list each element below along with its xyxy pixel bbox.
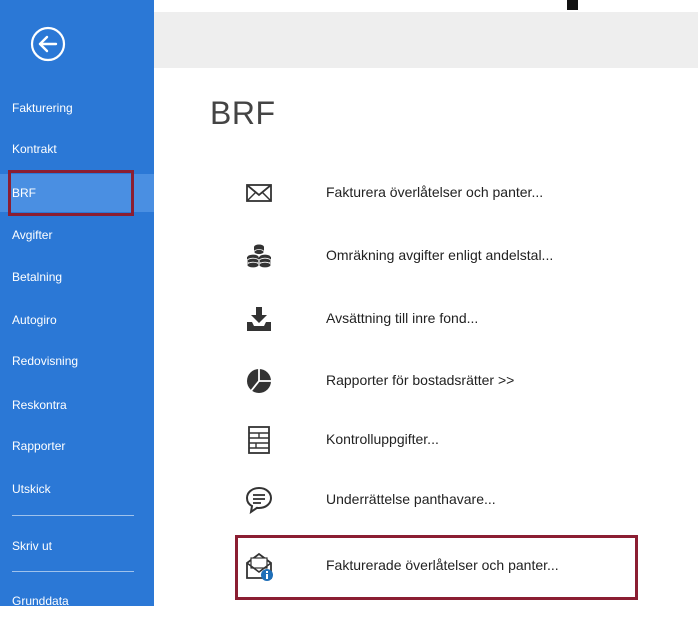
- action-label: Kontrolluppgifter...: [326, 431, 439, 447]
- action-fakturera-overlatelser[interactable]: Fakturera överlåtelser och panter...: [230, 166, 650, 222]
- action-label: Underrättelse panthavare...: [326, 491, 496, 507]
- top-bar: [154, 12, 698, 68]
- action-avsattning-inre-fond[interactable]: Avsättning till inre fond...: [230, 292, 650, 348]
- sidebar-item-kontrakt[interactable]: Kontrakt: [0, 130, 154, 168]
- sidebar-item-avgifter[interactable]: Avgifter: [0, 216, 154, 254]
- sidebar: Fakturering Kontrakt BRF Avgifter Betaln…: [0, 0, 154, 608]
- action-highlight-box: [235, 535, 638, 600]
- action-label: Omräkning avgifter enligt andelstal...: [326, 247, 554, 263]
- action-label: Avsättning till inre fond...: [326, 310, 479, 326]
- coins-icon: [246, 244, 272, 269]
- sidebar-item-reskontra[interactable]: Reskontra: [0, 386, 154, 424]
- sidebar-item-redovisning[interactable]: Redovisning: [0, 342, 154, 380]
- sidebar-item-fakturering[interactable]: Fakturering: [0, 89, 154, 127]
- action-kontrolluppgifter[interactable]: Kontrolluppgifter...: [230, 413, 650, 469]
- sidebar-item-skriv-ut[interactable]: Skriv ut: [0, 527, 154, 565]
- form-icon: [248, 426, 270, 454]
- window-edge-mark: [567, 0, 578, 10]
- action-rapporter-bostadsratter[interactable]: Rapporter för bostadsrätter >>: [230, 354, 650, 410]
- page-title: BRF: [210, 95, 276, 131]
- sidebar-item-rapporter[interactable]: Rapporter: [0, 427, 154, 465]
- sidebar-divider: [12, 515, 134, 516]
- sidebar-divider: [12, 571, 134, 572]
- sidebar-item-autogiro[interactable]: Autogiro: [0, 301, 154, 339]
- sidebar-item-grunddata[interactable]: Grunddata: [0, 582, 154, 620]
- envelope-icon: [246, 184, 272, 202]
- sidebar-item-utskick[interactable]: Utskick: [0, 470, 154, 508]
- top-strip: [154, 0, 698, 12]
- action-underrattelse-panthavare[interactable]: Underrättelse panthavare...: [230, 473, 650, 529]
- sidebar-item-betalning[interactable]: Betalning: [0, 258, 154, 296]
- action-label: Fakturera överlåtelser och panter...: [326, 184, 544, 200]
- action-omrakning-avgifter[interactable]: Omräkning avgifter enligt andelstal...: [230, 229, 650, 285]
- download-tray-icon: [247, 307, 271, 331]
- action-label: Rapporter för bostadsrätter >>: [326, 372, 515, 388]
- back-arrow-icon[interactable]: [29, 25, 67, 63]
- selection-highlight-box: [8, 170, 134, 216]
- speech-bubble-icon: [245, 486, 273, 515]
- pie-chart-icon: [247, 369, 271, 393]
